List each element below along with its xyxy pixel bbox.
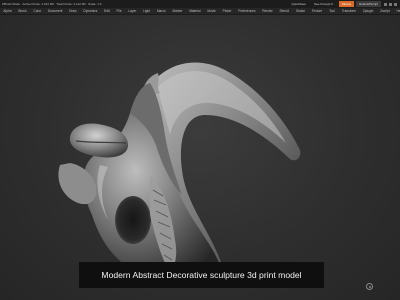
menu-item-render[interactable]: Render bbox=[259, 9, 276, 13]
menu-item-help[interactable]: Help bbox=[393, 9, 400, 13]
orbit-icon[interactable] bbox=[366, 283, 373, 290]
menu-item-macro[interactable]: Macro bbox=[153, 9, 169, 13]
menu-item-brush[interactable]: Brush bbox=[15, 9, 30, 13]
menu-bar: Alpha Brush Color Document Draw Dynamics Edit F… bbox=[0, 8, 400, 15]
menu-item-file[interactable]: File bbox=[113, 9, 125, 13]
default-zscript-button[interactable]: DefaultZScript bbox=[355, 1, 381, 7]
menu-item-material[interactable]: Material bbox=[186, 9, 204, 13]
menu-item-picker[interactable]: Picker bbox=[219, 9, 235, 13]
menu-item-draw[interactable]: Draw bbox=[66, 9, 80, 13]
menu-item-stencil[interactable]: Stencil bbox=[276, 9, 292, 13]
menu-item-transform[interactable]: Transform bbox=[338, 9, 359, 13]
sculpture-lip bbox=[69, 123, 128, 158]
sculpture-render bbox=[58, 62, 301, 279]
menu-item-preferences[interactable]: Preferences bbox=[235, 9, 259, 13]
maximize-icon[interactable] bbox=[389, 2, 392, 6]
minimize-icon[interactable] bbox=[384, 2, 387, 6]
video-caption: Modern Abstract Decorative sculpture 3d … bbox=[79, 262, 324, 288]
menu-item-edit[interactable]: Edit bbox=[101, 9, 113, 13]
menu-item-document[interactable]: Document bbox=[44, 9, 65, 13]
status-text: ZBrush Mode · Active Points: 1.012 Mil ·… bbox=[2, 2, 102, 6]
menus-button[interactable]: Menus bbox=[338, 1, 354, 7]
see-through-slider[interactable]: See-through 0 bbox=[310, 2, 337, 6]
menu-item-movie[interactable]: Movie bbox=[204, 9, 219, 13]
quicksave-button[interactable]: QuickSave bbox=[287, 2, 310, 6]
viewport[interactable] bbox=[0, 15, 400, 300]
menu-item-alpha[interactable]: Alpha bbox=[0, 9, 15, 13]
menu-item-light[interactable]: Light bbox=[140, 9, 154, 13]
close-icon[interactable] bbox=[394, 2, 397, 6]
menu-item-stroke[interactable]: Stroke bbox=[292, 9, 308, 13]
title-bar: ZBrush Mode · Active Points: 1.012 Mil ·… bbox=[0, 0, 400, 8]
menu-item-marker[interactable]: Marker bbox=[169, 9, 186, 13]
menu-item-color[interactable]: Color bbox=[30, 9, 44, 13]
menu-item-zplugin[interactable]: Zplugin bbox=[360, 9, 377, 13]
menu-item-dynamics[interactable]: Dynamics bbox=[80, 9, 101, 13]
menu-item-zscript[interactable]: Zscript bbox=[377, 9, 393, 13]
menu-item-texture[interactable]: Texture bbox=[308, 9, 325, 13]
menu-item-tool[interactable]: Tool bbox=[326, 9, 339, 13]
sculpture-cavity bbox=[115, 196, 151, 244]
window-controls bbox=[381, 2, 400, 6]
menu-item-layer[interactable]: Layer bbox=[125, 9, 140, 13]
